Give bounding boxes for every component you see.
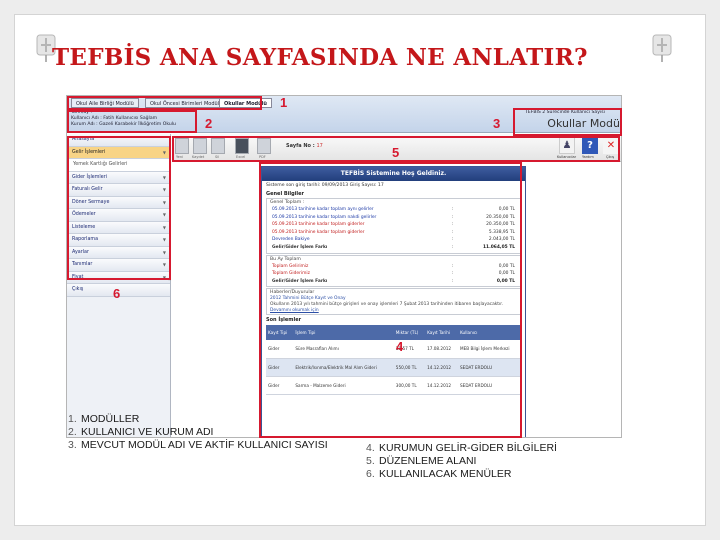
callout-number: 3 [493,116,501,131]
callout-number: 4 [396,339,404,354]
callout-box-module-info [513,108,622,136]
legend-number: 5. [366,455,375,468]
legend-number: 2. [68,426,77,439]
menu-item-label: Çıkış [72,287,84,292]
legend-item: 1. MODÜLLER [68,413,358,426]
legend-number: 3. [68,439,77,452]
legend-number: 1. [68,413,77,425]
legend-item: 6. KULLANILACAK MENÜLER [366,468,696,481]
callout-box-menu [67,136,171,280]
legend-text: MODÜLLER [81,413,140,425]
legend-number: 4. [366,442,375,454]
legend-item: 4. KURUMUN GELİR-GİDER BİLGİLERİ [366,442,696,455]
legend-right: 4. KURUMUN GELİR-GİDER BİLGİLERİ 5. DÜZENLE… [366,442,696,482]
pushpin-icon [649,33,675,63]
legend-text: DÜZENLEME ALANI [379,455,477,468]
callout-box-user [67,110,197,133]
legend-item: 3. MEVCUT MODÜL ADI VE AKTİF KULLANICI SA… [68,439,358,452]
callout-number: 5 [392,145,400,160]
legend-text: MEVCUT MODÜL ADI VE AKTİF KULLANICI SAYI… [81,439,328,452]
callout-number: 2 [205,116,213,131]
legend-text: KULLANICI VE KURUM ADI [81,426,214,439]
callout-box-income-expense [259,162,522,438]
legend-item: 5. DÜZENLEME ALANI [366,455,696,468]
callout-number: 6 [113,286,121,301]
callout-number: 1 [280,95,288,110]
legend-item: 2. KULLANICI VE KURUM ADI [68,426,358,439]
legend-left: 1. MODÜLLER 2. KULLANICI VE KURUM ADI 3. MEVC… [68,413,358,453]
legend-text: KULLANILACAK MENÜLER [379,468,512,481]
callout-box-modules [67,96,262,110]
slide-title: TEFBİS ANA SAYFASINDA NE ANLATIR? [52,44,588,71]
legend-number: 6. [366,468,375,481]
legend-text: KURUMUN GELİR-GİDER BİLGİLERİ [379,442,557,454]
